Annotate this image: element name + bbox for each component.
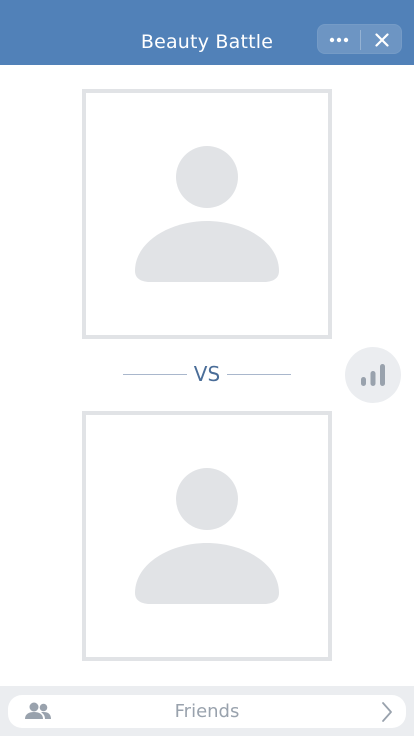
vs-divider-right xyxy=(227,374,291,375)
stats-button[interactable] xyxy=(345,347,401,403)
close-icon xyxy=(375,33,389,47)
vs-label: VS xyxy=(193,362,221,386)
user-placeholder-icon xyxy=(135,468,279,604)
close-button[interactable] xyxy=(361,25,403,55)
mini-app-capsule xyxy=(317,24,402,54)
chevron-right-icon xyxy=(382,702,392,722)
bottom-bar: Friends xyxy=(0,686,414,736)
user-placeholder-icon xyxy=(135,146,279,282)
contestant-photo-bottom[interactable] xyxy=(82,411,332,661)
more-button[interactable] xyxy=(318,25,360,55)
contestant-photo-top[interactable] xyxy=(82,89,332,339)
more-horizontal-icon xyxy=(329,37,349,43)
bar-chart-icon xyxy=(361,364,385,386)
app-screen: Beauty Battle VS Friends xyxy=(0,0,414,736)
friends-label: Friends xyxy=(174,701,240,722)
friends-button[interactable]: Friends xyxy=(8,695,406,728)
vs-divider-left xyxy=(123,374,187,375)
header-bar: Beauty Battle xyxy=(0,0,414,65)
